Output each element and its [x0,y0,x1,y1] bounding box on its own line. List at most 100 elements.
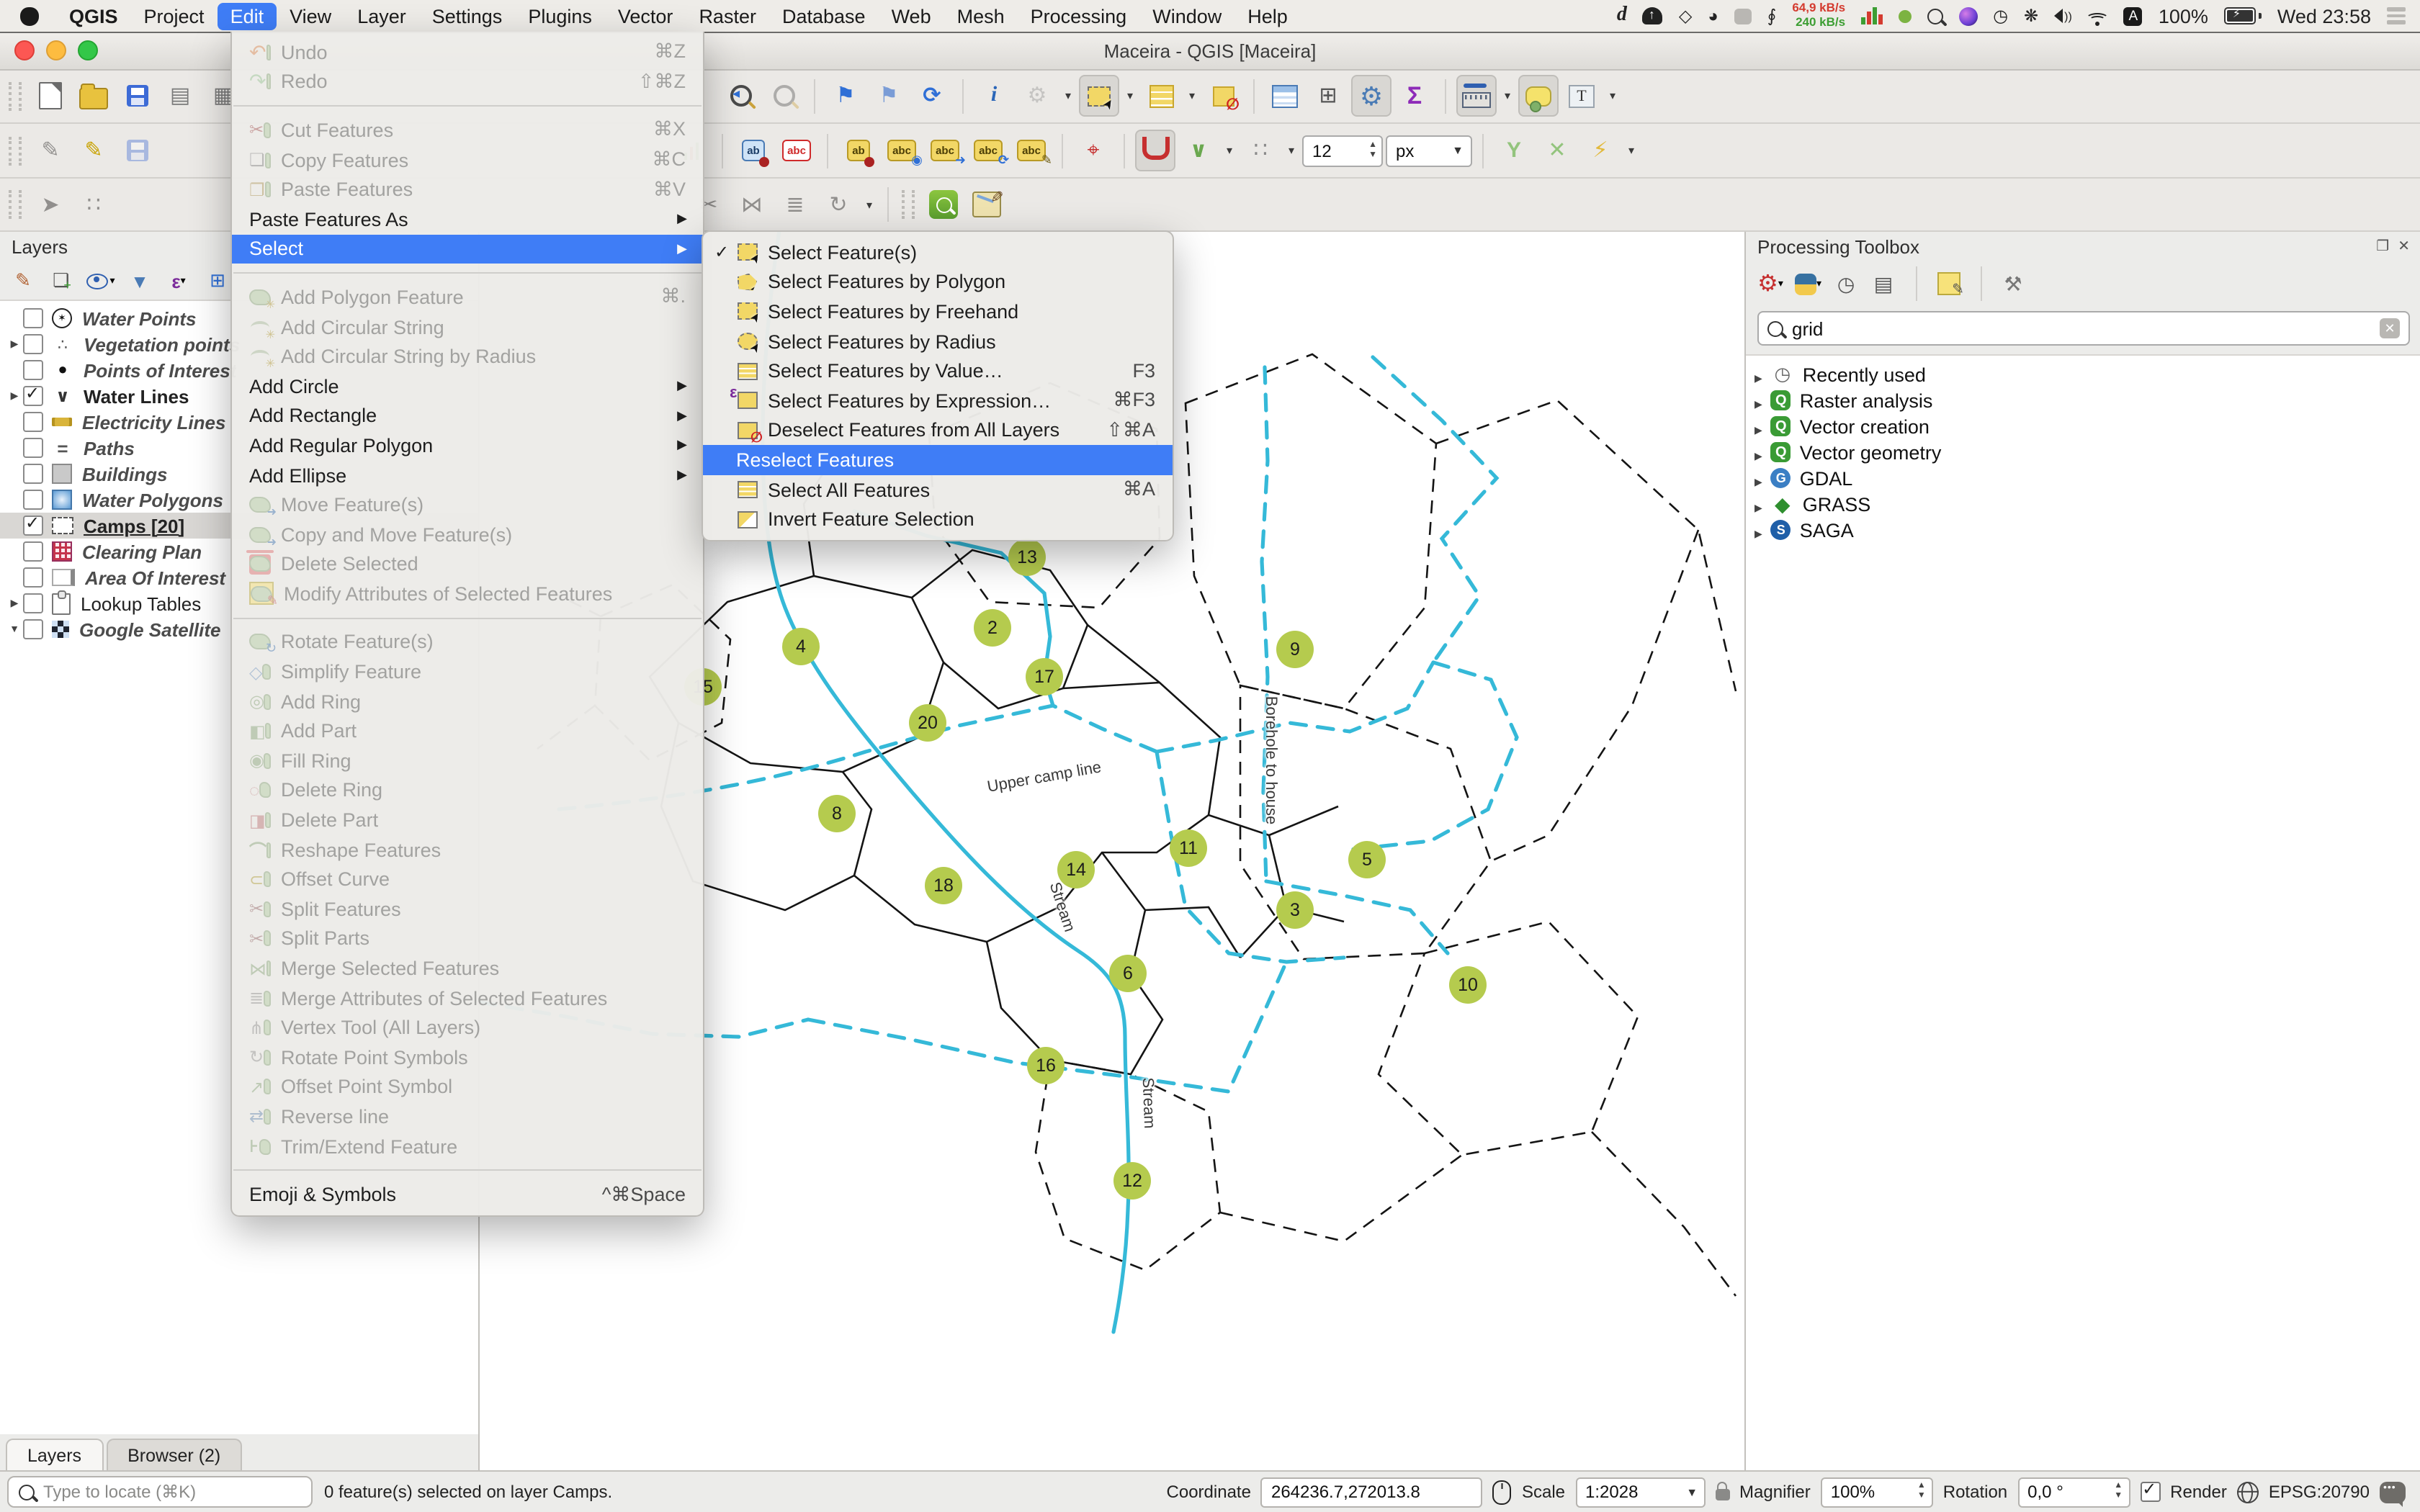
processing-toolbox-button[interactable]: ⚙ [1351,75,1392,117]
network-bars-icon[interactable] [1861,7,1882,24]
processing-options-button[interactable]: ⚒ [2000,268,2026,300]
processing-group-row[interactable]: Raster analysis [1746,387,2420,413]
vertex-marker-button[interactable]: ∨ [1178,130,1219,171]
rotate-symbols-dropdown[interactable]: ▾ [861,185,877,224]
edit-menu-item[interactable]: Add Part [232,716,703,746]
show-statistical-summary-button[interactable]: Σ [1394,75,1435,117]
run-feature-action-button[interactable]: ⚙ [1017,75,1057,117]
edit-menu-item[interactable] [233,1170,702,1171]
open-attribute-table-button[interactable] [1265,75,1305,117]
toolbar-drag-handle[interactable] [9,81,22,110]
menubar-item[interactable]: Database [769,2,879,30]
edit-menu-item[interactable]: Delete Ring [232,775,703,805]
camp-marker[interactable]: 16 [1027,1047,1065,1084]
processing-group-row[interactable]: GDAL [1746,465,2420,491]
edit-features-in-place-button[interactable] [1935,268,1961,300]
edit-menu-item[interactable]: Split Parts [232,924,703,953]
edit-menu-item[interactable]: Add Regular Polygon [232,431,703,460]
intersection-snapping-button[interactable]: ✕ [1537,130,1577,171]
camp-marker[interactable]: 10 [1449,966,1487,1004]
menubar-item[interactable]: Edit [218,2,277,30]
layer-visibility-checkbox[interactable] [23,490,43,510]
merge-attributes-button[interactable]: ≣ [775,184,815,225]
group-expander[interactable] [1754,467,1762,489]
camp-marker[interactable]: 18 [925,867,962,904]
scale-combo[interactable]: 1:2028▼ [1575,1477,1705,1507]
edit-menu-item[interactable]: Offset Point Symbol [232,1072,703,1102]
layer-visibility-checkbox[interactable] [23,386,43,406]
menubar-item[interactable]: Raster [686,2,769,30]
processing-search-input[interactable]: grid [1792,318,2371,339]
osm-place-search-button[interactable] [923,184,964,225]
camp-marker[interactable]: 5 [1348,841,1386,878]
group-expander[interactable] [1754,519,1762,541]
float-panel-icon[interactable]: ❐ [2376,238,2389,254]
edit-menu-item[interactable]: Reverse line [232,1102,703,1131]
advanced-digitizing-dropdown[interactable]: ▾ [1283,131,1299,170]
map-tips-button[interactable] [1518,75,1559,117]
edit-menu-item[interactable]: Copy and Move Feature(s) [232,520,703,549]
dark-circle-app-icon[interactable]: ◕ [1708,7,1718,24]
refresh-button[interactable]: ⟳ [912,75,952,117]
processing-group-row[interactable]: Vector geometry [1746,439,2420,465]
notification-center-icon[interactable] [2387,8,2406,24]
group-expander[interactable] [1754,493,1762,515]
camp-marker[interactable]: 12 [1113,1162,1151,1200]
box-app-icon[interactable]: ◇ [1679,7,1692,24]
highlight-pinned-labels-button[interactable]: abc◉ [882,130,922,171]
edit-menu-item[interactable]: Modify Attributes of Selected Features [232,579,703,608]
select-submenu-item[interactable]: Deselect Features from All Layers ⇧⌘A [703,415,1173,445]
menubar-item[interactable]: Project [131,2,218,30]
menubar-item[interactable]: Mesh [944,2,1018,30]
menubar-clock[interactable]: Wed 23:58 [2277,5,2371,27]
menubar-item[interactable]: Plugins [515,2,605,30]
edit-menu-item[interactable]: Offset Curve [232,865,703,894]
pin-labels-button[interactable]: ab [838,130,879,171]
snapping-toggle-button[interactable] [1135,130,1175,171]
camp-marker[interactable]: 6 [1109,955,1147,992]
vertex-dropdown[interactable]: ▾ [1222,131,1237,170]
menubar-item[interactable]: Vector [605,2,686,30]
edit-menu-item[interactable]: Delete Selected [232,549,703,579]
measure-dropdown[interactable]: ▾ [1500,76,1515,115]
layer-expander[interactable] [6,598,23,609]
show-bookmarks-button[interactable]: ⚑ [869,75,909,117]
edit-menu-item[interactable]: Vertex Tool (All Layers) [232,1013,703,1043]
layer-visibility-checkbox[interactable] [23,619,43,639]
edit-menu-item[interactable]: Simplify Feature [232,657,703,687]
edit-menu-item[interactable]: Split Features [232,894,703,924]
camp-marker[interactable]: 13 [1008,539,1046,576]
edit-menu-item[interactable]: Trim/Extend Feature [232,1132,703,1161]
current-edits-button[interactable]: ✎ [30,130,71,171]
edit-menu-item[interactable]: Emoji & Symbols ^⌘Space [232,1180,703,1210]
edit-menu-item[interactable]: Cut Features ⌘X [232,115,703,145]
layer-diagram-button[interactable]: abc [776,130,817,171]
dock-tab[interactable]: Browser (2) [106,1439,242,1472]
edit-menu-item[interactable]: Reshape Features [232,835,703,865]
magnifier-spinbox[interactable]: 100%▲▼ [1821,1477,1933,1507]
render-checkbox[interactable] [2140,1482,2160,1502]
camp-marker[interactable]: 2 [974,609,1011,647]
save-edits-button[interactable] [117,130,157,171]
input-source-icon[interactable]: A [2124,6,2143,25]
select-submenu-item[interactable]: Invert Feature Selection [703,505,1173,534]
layer-visibility-checkbox[interactable] [23,541,43,562]
camp-marker[interactable]: 14 [1057,851,1095,888]
edit-menu-item[interactable]: Add Rectangle [232,401,703,431]
zoom-last-button[interactable] [720,75,761,117]
change-label-button[interactable]: abc✎ [1011,130,1052,171]
processing-history-button[interactable]: ◷ [1833,268,1859,300]
text-annotation-button[interactable]: T [1561,75,1602,117]
manage-map-themes-button[interactable]: ▾ [86,266,115,295]
processing-group-row[interactable]: GRASS [1746,491,2420,517]
tracing-button[interactable]: ⚡ [1580,130,1621,171]
layer-expander[interactable] [6,390,23,402]
select-by-value-dropdown[interactable]: ▾ [1184,76,1200,115]
rotate-point-symbols-button[interactable]: ↻ [818,184,859,225]
deselect-features-button[interactable] [1203,75,1243,117]
edit-menu-item[interactable]: Paste Features As [232,204,703,234]
layer-visibility-checkbox[interactable] [23,412,43,432]
messages-icon[interactable] [2380,1481,2406,1503]
edit-menu-item[interactable]: Merge Selected Features [232,953,703,983]
processing-group-row[interactable]: Vector creation [1746,413,2420,439]
